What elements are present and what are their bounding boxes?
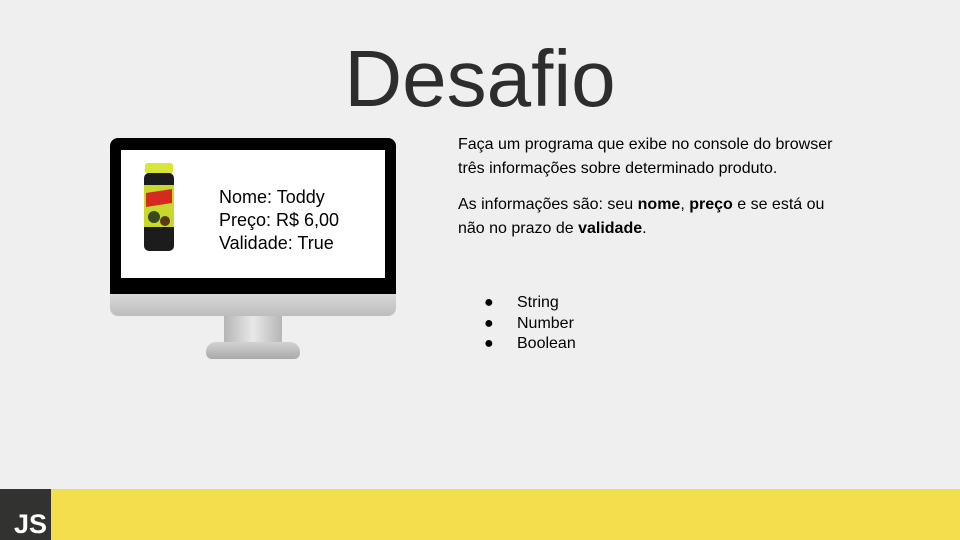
list-item: ● Boolean xyxy=(484,334,576,355)
text-segment: . xyxy=(642,220,647,237)
bullet-icon: ● xyxy=(484,314,494,332)
list-item: ● Number xyxy=(484,314,576,335)
list-item: ● String xyxy=(484,293,576,314)
monitor-screen: Nome: Toddy Preço: R$ 6,00 Validade: Tru… xyxy=(121,150,385,278)
jar-label-art-2 xyxy=(160,216,170,226)
challenge-description: Faça um programa que exibe no console do… xyxy=(458,133,848,253)
keyword-nome: nome xyxy=(637,196,681,213)
slide-title: Desafio xyxy=(344,34,616,123)
type-label-number: Number xyxy=(517,314,574,332)
js-logo-icon: JS xyxy=(0,489,51,540)
description-paragraph-2: As informações são: seu nome, preço e se… xyxy=(458,193,848,241)
jar-label-art xyxy=(148,211,160,223)
bullet-icon: ● xyxy=(484,294,494,311)
data-types-list: ● String ● Number ● Boolean xyxy=(484,293,576,355)
monitor-stand-foot xyxy=(206,342,300,359)
type-label-boolean: Boolean xyxy=(517,335,576,352)
jar-lid xyxy=(145,163,173,174)
product-validity-line: Validade: True xyxy=(219,233,334,253)
keyword-validade: validade xyxy=(578,220,643,237)
monitor-illustration: Nome: Toddy Preço: R$ 6,00 Validade: Tru… xyxy=(110,138,396,360)
product-name-line: Nome: Toddy xyxy=(219,187,325,207)
text-segment: , xyxy=(680,196,690,213)
product-info: Nome: Toddy Preço: R$ 6,00 Validade: Tru… xyxy=(219,186,339,255)
footer-bar xyxy=(0,489,960,540)
monitor-chin xyxy=(110,294,396,316)
js-logo-text: JS xyxy=(13,509,47,539)
description-paragraph-1: Faça um programa que exibe no console do… xyxy=(458,136,833,177)
bullet-icon: ● xyxy=(484,335,494,352)
keyword-preco: preço xyxy=(689,196,733,213)
type-label-string: String xyxy=(517,294,559,311)
text-segment: As informações são: seu xyxy=(458,196,638,213)
toddy-jar-image xyxy=(144,163,174,251)
product-price-line: Preço: R$ 6,00 xyxy=(219,210,340,230)
